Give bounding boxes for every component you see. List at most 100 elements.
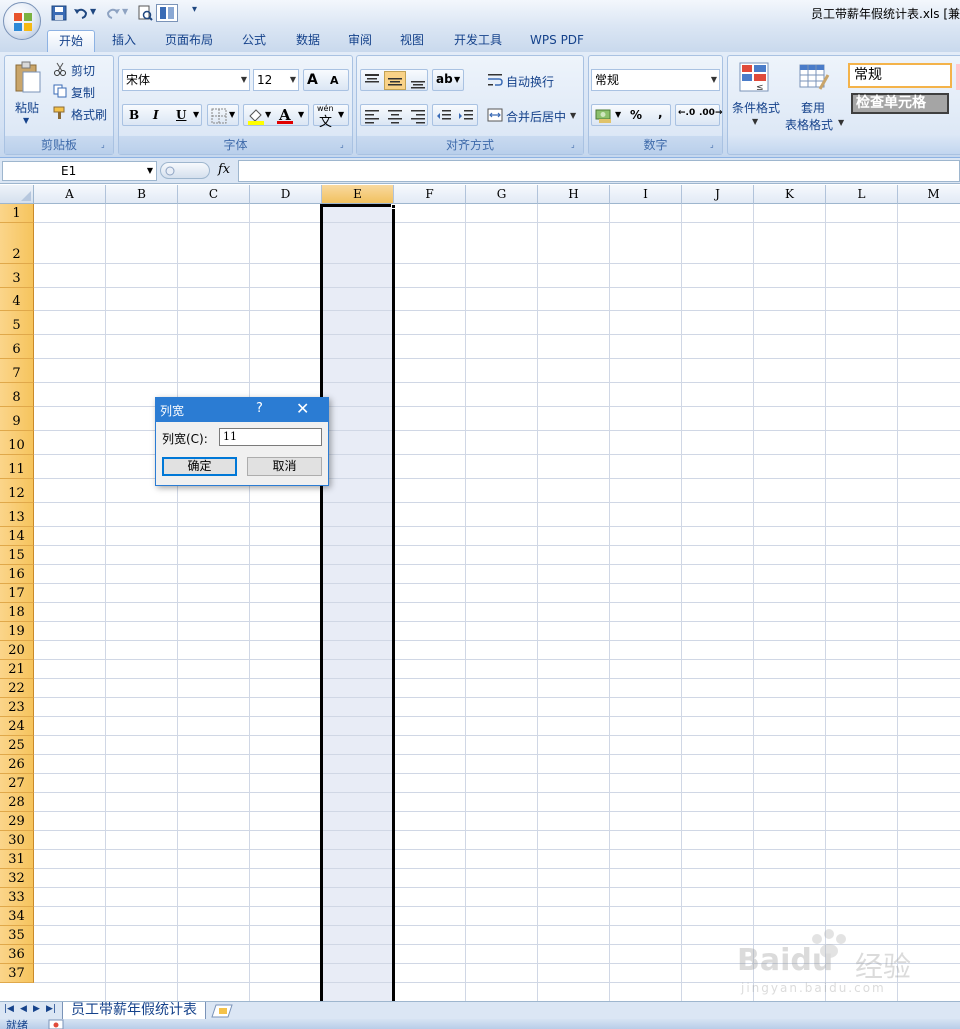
row-header-35[interactable]: 35 — [0, 926, 34, 945]
row-header-22[interactable]: 22 — [0, 679, 34, 698]
chevron-down-icon[interactable]: ▼ — [752, 117, 758, 126]
decrease-indent-icon[interactable] — [436, 108, 452, 124]
insert-sheet-icon[interactable] — [210, 1004, 234, 1018]
row-header-20[interactable]: 20 — [0, 641, 34, 660]
chevron-down-icon[interactable]: ▼ — [193, 110, 199, 119]
clipboard-launcher-icon[interactable]: ⌟ — [101, 141, 110, 150]
paste-dropdown-icon[interactable]: ▼ — [23, 116, 29, 125]
column-header-f[interactable]: F — [394, 185, 466, 204]
undo-icon[interactable] — [72, 4, 90, 22]
row-header-13[interactable]: 13 — [0, 503, 34, 527]
row-header-16[interactable]: 16 — [0, 565, 34, 584]
chevron-down-icon[interactable]: ▼ — [298, 110, 304, 119]
row-header-31[interactable]: 31 — [0, 850, 34, 869]
grow-font-button[interactable]: A — [307, 72, 318, 88]
tab-review[interactable]: 审阅 — [338, 30, 382, 52]
qat-more-icon[interactable]: ▾ — [192, 4, 202, 22]
align-middle-button[interactable] — [384, 71, 406, 90]
chevron-down-icon[interactable]: ▼ — [838, 118, 844, 127]
column-header-g[interactable]: G — [466, 185, 538, 204]
redo-dropdown-icon[interactable]: ▼ — [122, 7, 130, 25]
format-painter-button[interactable]: 格式刷 — [71, 106, 107, 123]
row-header-32[interactable]: 32 — [0, 869, 34, 888]
alignment-launcher-icon[interactable]: ⌟ — [571, 141, 580, 150]
tab-page-layout[interactable]: 页面布局 — [157, 30, 221, 52]
macro-record-icon[interactable] — [48, 1019, 64, 1029]
wrap-text-icon[interactable] — [487, 72, 503, 88]
row-header-28[interactable]: 28 — [0, 793, 34, 812]
row-header-1[interactable]: 1 — [0, 204, 34, 223]
row-header-36[interactable]: 36 — [0, 945, 34, 964]
row-header-34[interactable]: 34 — [0, 907, 34, 926]
office-button[interactable] — [3, 2, 41, 40]
tab-wps-pdf[interactable]: WPS PDF — [522, 30, 592, 52]
format-painter-icon[interactable] — [53, 106, 67, 120]
column-header-l[interactable]: L — [826, 185, 898, 204]
row-header-11[interactable]: 11 — [0, 455, 34, 479]
fill-handle[interactable] — [391, 204, 396, 209]
accounting-format-icon[interactable] — [595, 107, 613, 125]
row-header-14[interactable]: 14 — [0, 527, 34, 546]
redo-icon[interactable] — [104, 4, 122, 22]
align-right-icon[interactable] — [410, 108, 426, 124]
tab-view[interactable]: 视图 — [390, 30, 434, 52]
row-header-15[interactable]: 15 — [0, 546, 34, 565]
table-format-button-line2[interactable]: 表格格式 — [785, 116, 833, 133]
column-header-b[interactable]: B — [106, 185, 178, 204]
row-header-17[interactable]: 17 — [0, 584, 34, 603]
column-width-input[interactable]: 11 — [219, 428, 322, 446]
underline-button[interactable]: U — [176, 108, 186, 122]
style-bad-swatch[interactable] — [956, 64, 960, 90]
row-header-10[interactable]: 10 — [0, 431, 34, 455]
conditional-format-icon[interactable]: ≤ — [738, 61, 770, 93]
select-all-button[interactable] — [0, 185, 34, 204]
row-header-29[interactable]: 29 — [0, 812, 34, 831]
row-header-9[interactable]: 9 — [0, 407, 34, 431]
row-header-2[interactable]: 2 — [0, 223, 34, 264]
conditional-format-button[interactable]: 条件格式 — [732, 99, 780, 116]
row-header-24[interactable]: 24 — [0, 717, 34, 736]
bold-button[interactable]: B — [129, 108, 139, 122]
table-format-icon[interactable] — [798, 61, 830, 93]
wrap-text-button[interactable]: 自动换行 — [506, 73, 554, 90]
italic-button[interactable]: I — [153, 108, 159, 122]
orientation-button[interactable]: ab ▼ — [432, 69, 464, 91]
font-size-select[interactable]: 12 ▼ — [253, 69, 299, 91]
row-header-30[interactable]: 30 — [0, 831, 34, 850]
save-icon[interactable] — [50, 4, 68, 22]
align-top-icon[interactable] — [364, 73, 380, 89]
insert-function-button[interactable]: fx — [218, 162, 230, 177]
border-button[interactable]: ▼ — [207, 104, 239, 126]
row-header-7[interactable]: 7 — [0, 359, 34, 383]
increase-decimal-icon[interactable]: ←.0 — [678, 108, 695, 118]
column-header-a[interactable]: A — [34, 185, 106, 204]
sheet-tab[interactable]: 员工带薪年假统计表 — [62, 1002, 206, 1020]
copy-button[interactable]: 复制 — [71, 84, 95, 101]
row-header-27[interactable]: 27 — [0, 774, 34, 793]
first-sheet-icon[interactable]: |◀ — [4, 1004, 14, 1014]
row-header-18[interactable]: 18 — [0, 603, 34, 622]
chevron-down-icon[interactable]: ▼ — [147, 162, 153, 180]
number-format-select[interactable]: 常规 ▼ — [591, 69, 720, 91]
chevron-down-icon[interactable]: ▼ — [570, 111, 576, 120]
increase-indent-icon[interactable] — [458, 108, 474, 124]
row-header-25[interactable]: 25 — [0, 736, 34, 755]
tab-home[interactable]: 开始 — [47, 30, 95, 52]
toolbar-customize-icon[interactable] — [156, 4, 178, 22]
tab-developer[interactable]: 开发工具 — [444, 30, 512, 52]
row-header-8[interactable]: 8 — [0, 383, 34, 407]
print-preview-icon[interactable] — [136, 4, 154, 22]
formula-input[interactable] — [238, 160, 960, 182]
name-box[interactable]: E1 ▼ — [2, 161, 157, 181]
copy-icon[interactable] — [53, 84, 67, 98]
row-header-4[interactable]: 4 — [0, 288, 34, 311]
align-bottom-icon[interactable] — [410, 73, 426, 89]
dialog-title-bar[interactable]: 列宽 ? ✕ — [156, 398, 328, 422]
column-header-i[interactable]: I — [610, 185, 682, 204]
font-name-select[interactable]: 宋体 ▼ — [122, 69, 250, 91]
merge-center-button[interactable]: 合并后居中 — [506, 108, 566, 125]
font-launcher-icon[interactable]: ⌟ — [340, 141, 349, 150]
ok-button[interactable]: 确定 — [162, 457, 237, 476]
close-icon[interactable]: ✕ — [296, 399, 309, 418]
chevron-down-icon[interactable]: ▼ — [265, 110, 271, 119]
